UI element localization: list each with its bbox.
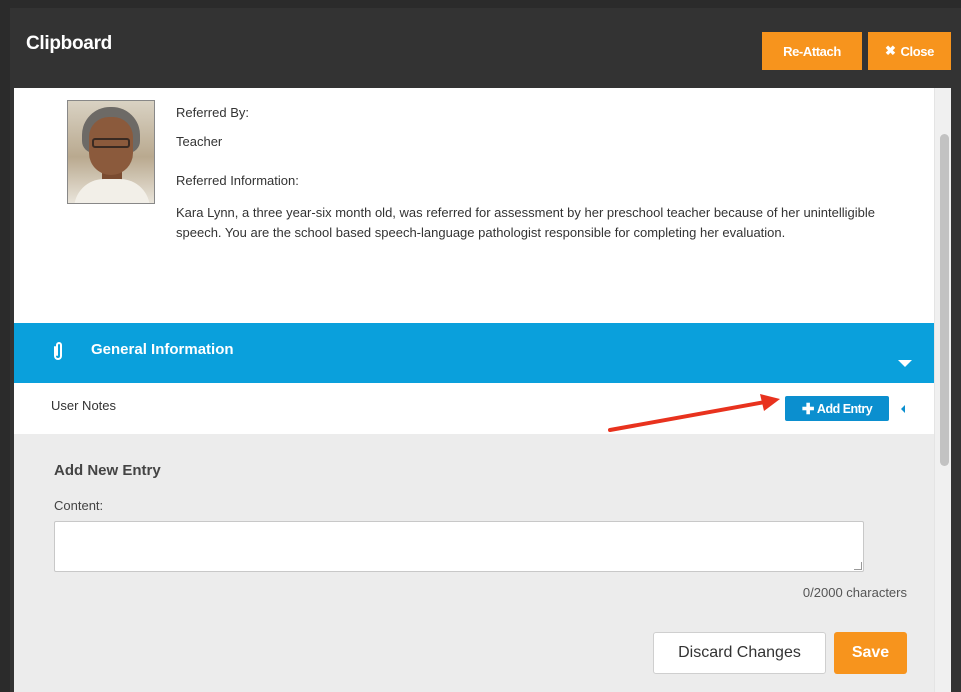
close-icon: ✖ [885, 43, 896, 58]
add-entry-label: Add Entry [816, 401, 873, 416]
section-title: General Information [91, 341, 234, 358]
add-entry-title: Add New Entry [54, 462, 161, 479]
clipboard-modal: Clipboard Re-Attach ✖ Close Referred By:… [10, 8, 961, 692]
referred-info-label: Referred Information: [176, 173, 299, 188]
plus-icon: ✚ [801, 400, 815, 418]
caret-left-icon[interactable] [901, 405, 905, 413]
close-button-label: Close [900, 43, 935, 59]
chevron-down-icon[interactable] [898, 360, 912, 367]
user-notes-label: User Notes [51, 398, 117, 413]
content-textarea[interactable] [54, 521, 864, 572]
content-label: Content: [54, 498, 104, 513]
user-notes-row: User Notes ✚ Add Entry [14, 383, 934, 434]
modal-content: Referred By: Teacher Referred Informatio… [14, 88, 951, 692]
referred-by-value: Teacher [176, 134, 223, 149]
save-button[interactable]: Save [834, 632, 907, 674]
add-entry-button[interactable]: ✚ Add Entry [785, 396, 889, 421]
character-count: 0/2000 characters [802, 585, 907, 600]
modal-title: Clipboard [26, 33, 112, 54]
add-entry-panel: Add New Entry Content: 0/2000 characters… [14, 434, 934, 692]
discard-changes-button[interactable]: Discard Changes [653, 632, 826, 674]
reattach-button[interactable]: Re-Attach [762, 32, 862, 70]
client-avatar [67, 100, 155, 204]
close-button[interactable]: ✖ Close [868, 32, 951, 70]
paperclip-icon [54, 342, 62, 360]
referred-info-text: Kara Lynn, a three year-six month old, w… [176, 205, 875, 240]
modal-titlebar: Clipboard Re-Attach ✖ Close [10, 8, 961, 88]
resize-grip-icon[interactable] [854, 562, 862, 570]
scrollbar[interactable] [934, 88, 951, 692]
scrollbar-thumb[interactable] [940, 134, 949, 466]
general-information-header[interactable]: General Information [14, 323, 934, 383]
referred-by-label: Referred By: [176, 105, 249, 120]
